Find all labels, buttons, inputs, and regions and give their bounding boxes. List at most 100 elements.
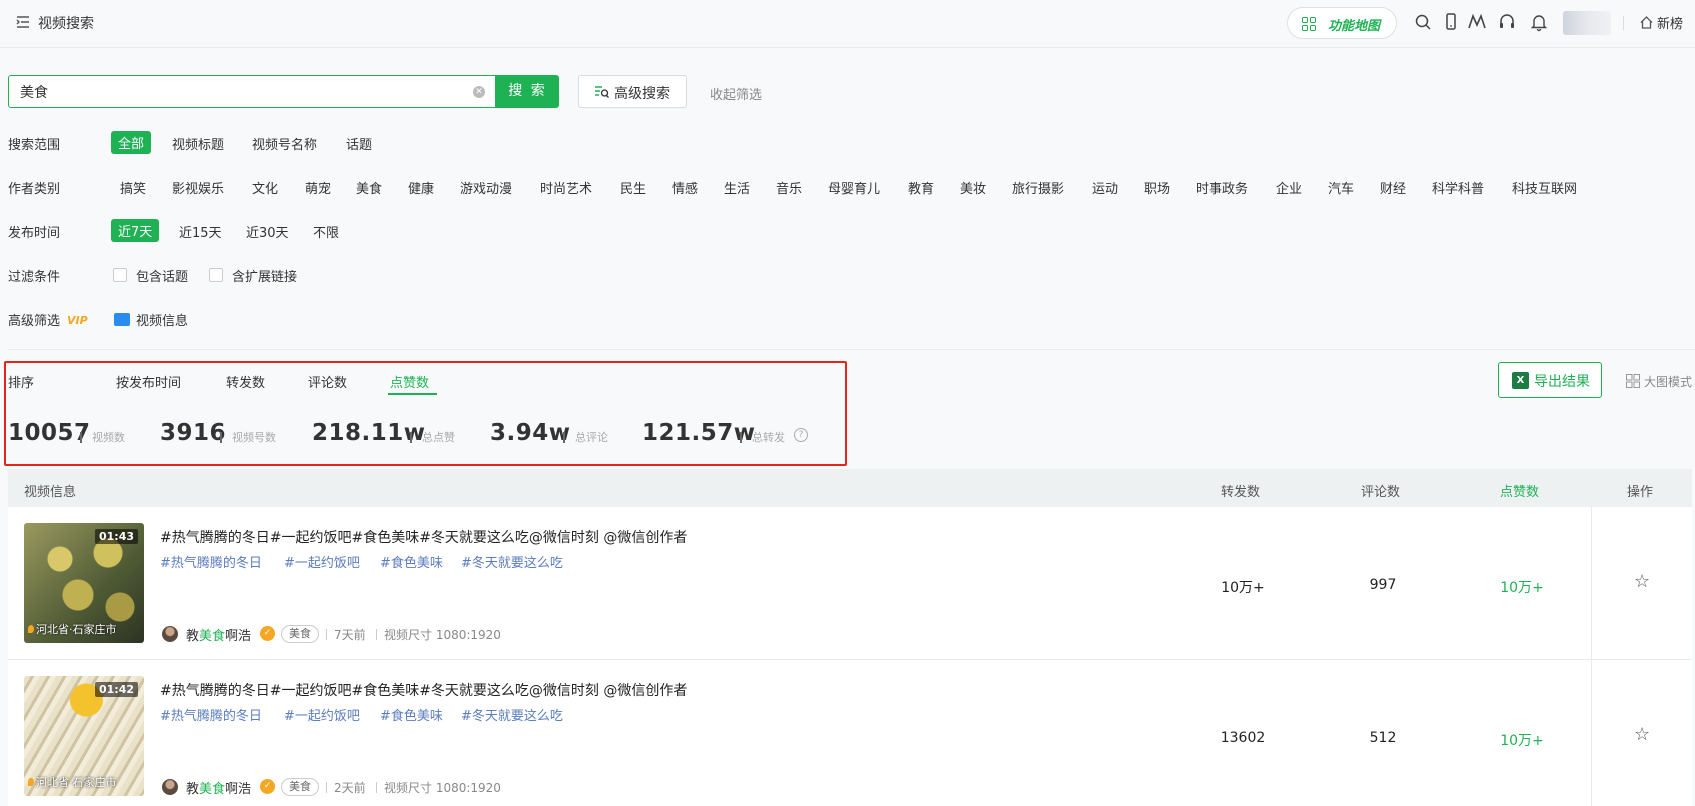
chart-logo-icon[interactable] — [1467, 12, 1487, 32]
author-option[interactable]: 音乐 — [776, 178, 802, 197]
search-field[interactable]: ✕ — [8, 75, 496, 108]
author-option[interactable]: 健康 — [408, 178, 434, 197]
video-size: 视频尺寸 1080:1920 — [384, 628, 501, 642]
video-thumbnail[interactable]: 01:43 河北省·石家庄市 — [24, 523, 144, 643]
topic-tag[interactable]: #热气腾腾的冬日 — [160, 552, 262, 571]
topic-tag[interactable]: #食色美味 — [380, 552, 443, 571]
time-option-all[interactable]: 不限 — [313, 222, 339, 241]
topic-tag[interactable]: #食色美味 — [380, 705, 443, 724]
star-icon[interactable]: ☆ — [1634, 571, 1650, 592]
include-topic-checkbox[interactable] — [113, 268, 127, 282]
stat-total-likes-label: 总点赞 — [422, 431, 455, 444]
big-image-mode-toggle[interactable]: 大图模式 — [1644, 373, 1692, 390]
topic-tag[interactable]: #冬天就要这么吃 — [461, 552, 563, 571]
xinbang-link[interactable]: 新榜 — [1657, 13, 1683, 32]
bell-icon[interactable] — [1529, 12, 1549, 32]
author-option[interactable]: 企业 — [1276, 178, 1302, 197]
user-avatar[interactable] — [1563, 11, 1611, 35]
ext-link-label[interactable]: 含扩展链接 — [232, 266, 297, 285]
ext-link-checkbox[interactable] — [209, 268, 223, 282]
export-results-label: 导出结果 — [1534, 374, 1590, 390]
author-option[interactable]: 文化 — [252, 178, 278, 197]
sort-label: 排序 — [8, 376, 35, 391]
col-likes[interactable]: 点赞数 — [1500, 481, 1539, 500]
topic-tag[interactable]: #一起约饭吧 — [284, 705, 360, 724]
author-option[interactable]: 美妆 — [960, 178, 986, 197]
search-icon[interactable] — [1413, 12, 1433, 32]
author-option[interactable]: 情感 — [672, 178, 698, 197]
author-option[interactable]: 美食 — [356, 178, 382, 197]
author-option[interactable]: 萌宠 — [305, 178, 331, 197]
author-option[interactable]: 搞笑 — [120, 178, 146, 197]
author-option[interactable]: 游戏动漫 — [460, 178, 512, 197]
author-option[interactable]: 时事政务 — [1196, 178, 1248, 197]
time-option-15d[interactable]: 近15天 — [179, 222, 222, 241]
author-name[interactable]: 教美食啊浩 — [186, 625, 251, 644]
collapse-filters-link[interactable]: 收起筛选 — [710, 84, 762, 103]
author-option[interactable]: 职场 — [1144, 178, 1170, 197]
meta-separator — [326, 629, 327, 640]
video-title[interactable]: #热气腾腾的冬日#一起约饭吧#食色美味#冬天就要这么吃@微信时刻 @微信创作者 — [160, 680, 687, 700]
advanced-search-label: 高级搜索 — [614, 86, 670, 102]
help-icon[interactable]: ? — [794, 428, 808, 442]
category-pill: 美食 — [281, 625, 319, 643]
topic-tag[interactable]: #冬天就要这么吃 — [461, 705, 563, 724]
col-video-info: 视频信息 — [24, 485, 77, 500]
verified-icon: ✓ — [260, 626, 275, 641]
grid-view-icon[interactable] — [1626, 374, 1640, 388]
author-avatar[interactable] — [162, 626, 178, 642]
include-topic-label[interactable]: 包含话题 — [136, 266, 188, 285]
author-option[interactable]: 运动 — [1092, 178, 1118, 197]
stat-video-count-label: 视频数 — [92, 431, 125, 444]
stat-video-count: 10057 — [8, 420, 91, 446]
time-option-30d[interactable]: 近30天 — [246, 222, 289, 241]
author-option[interactable]: 财经 — [1380, 178, 1406, 197]
author-option[interactable]: 教育 — [908, 178, 934, 197]
col-shares[interactable]: 转发数 — [1221, 481, 1260, 500]
video-title[interactable]: #热气腾腾的冬日#一起约饭吧#食色美味#冬天就要这么吃@微信时刻 @微信创作者 — [160, 527, 687, 547]
sort-tab-publish-time[interactable]: 按发布时间 — [116, 372, 181, 391]
author-option[interactable]: 母婴育儿 — [828, 178, 880, 197]
video-thumbnail[interactable]: 01:42 河北省·石家庄市 — [24, 676, 144, 796]
advanced-search-icon — [595, 86, 609, 98]
video-location: 河北省·石家庄市 — [28, 621, 117, 637]
clear-icon[interactable]: ✕ — [473, 86, 485, 98]
author-name-prefix: 教 — [186, 782, 200, 797]
author-avatar[interactable] — [162, 779, 178, 795]
author-option[interactable]: 科技互联网 — [1512, 178, 1577, 197]
author-option[interactable]: 汽车 — [1328, 178, 1354, 197]
video-location-text: 河北省·石家庄市 — [36, 776, 117, 789]
star-icon[interactable]: ☆ — [1634, 724, 1650, 745]
video-info-filter[interactable]: 视频信息 — [136, 310, 188, 329]
scope-option-title[interactable]: 视频标题 — [172, 134, 224, 153]
scope-option-all[interactable]: 全部 — [111, 131, 152, 154]
video-size: 视频尺寸 1080:1920 — [384, 781, 501, 795]
export-results-button[interactable]: X 导出结果 — [1498, 362, 1602, 398]
sort-tab-comments[interactable]: 评论数 — [308, 372, 347, 391]
active-tab-underline — [388, 393, 437, 395]
menu-collapse-icon[interactable] — [16, 15, 30, 29]
sort-tab-shares[interactable]: 转发数 — [226, 372, 265, 391]
scope-option-topic[interactable]: 话题 — [346, 134, 372, 153]
headset-icon[interactable] — [1497, 12, 1517, 32]
search-button[interactable]: 搜 索 — [496, 75, 559, 108]
advanced-search-button[interactable]: 高级搜索 — [578, 75, 687, 108]
author-name[interactable]: 教美食啊浩 — [186, 778, 251, 797]
home-icon — [1640, 16, 1653, 29]
function-map-button[interactable]: 功能地图 — [1287, 7, 1397, 39]
author-option[interactable]: 旅行摄影 — [1012, 178, 1064, 197]
filter-condition-label: 过滤条件 — [8, 270, 61, 285]
author-option[interactable]: 影视娱乐 — [172, 178, 224, 197]
time-option-7d[interactable]: 近7天 — [111, 219, 160, 242]
mobile-icon[interactable] — [1441, 12, 1461, 32]
col-comments[interactable]: 评论数 — [1361, 481, 1400, 500]
sort-tab-likes[interactable]: 点赞数 — [390, 372, 429, 391]
topic-tag[interactable]: #一起约饭吧 — [284, 552, 360, 571]
author-option[interactable]: 时尚艺术 — [540, 178, 592, 197]
author-option[interactable]: 生活 — [724, 178, 750, 197]
search-input[interactable] — [20, 82, 460, 102]
scope-option-account[interactable]: 视频号名称 — [252, 134, 317, 153]
topic-tag[interactable]: #热气腾腾的冬日 — [160, 705, 262, 724]
author-option[interactable]: 民生 — [620, 178, 646, 197]
author-option[interactable]: 科学科普 — [1432, 178, 1484, 197]
